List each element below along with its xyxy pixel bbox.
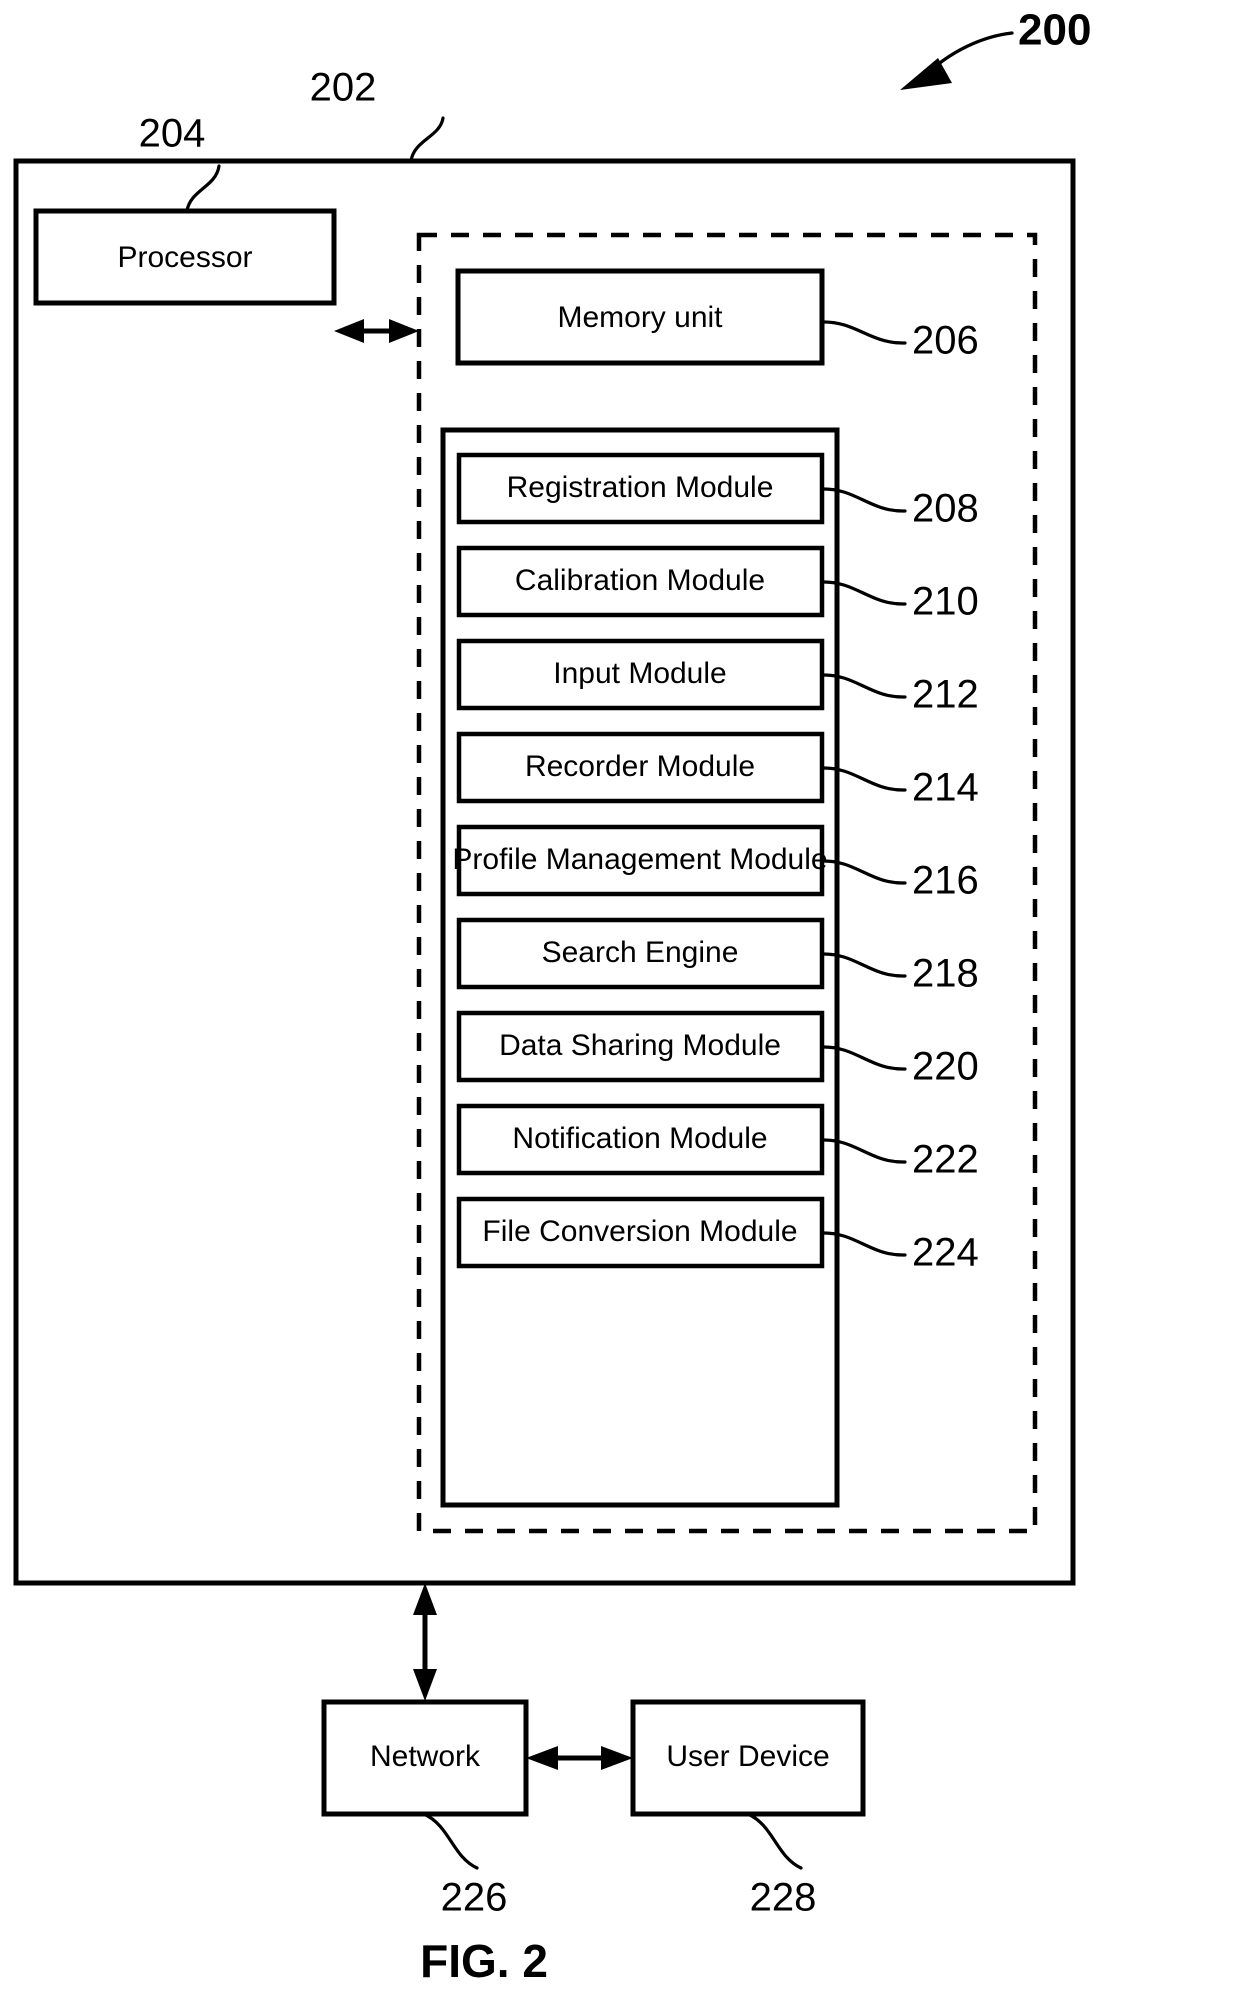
system-network-arrow-head-bottom <box>413 1669 437 1701</box>
ref-216-leader <box>820 859 907 885</box>
processor-label: Processor <box>117 241 252 274</box>
ref-202-leader <box>409 116 445 163</box>
system-ref-200-arrowhead <box>900 58 952 90</box>
module-registration: Registration Module 208 <box>456 452 979 531</box>
network-userdevice-arrow-head-right <box>601 1746 633 1770</box>
system-network-arrow-head-top <box>413 1583 437 1615</box>
ref-222-leader <box>820 1138 907 1164</box>
ref-222-label: 222 <box>912 1138 979 1182</box>
module-profile-management: Profile Management Module 216 <box>452 824 979 903</box>
ref-218-label: 218 <box>912 952 979 996</box>
system-architecture-diagram: 200 202 Processor 204 Memory unit 206 Re… <box>13 6 1091 1987</box>
module-calibration: Calibration Module 210 <box>456 545 979 624</box>
processor-memory-arrow-head-left <box>334 319 364 343</box>
profile-management-module-label: Profile Management Module <box>452 843 827 876</box>
ref-204-label: 204 <box>139 112 206 156</box>
notification-module-label: Notification Module <box>512 1122 767 1155</box>
module-recorder: Recorder Module 214 <box>456 731 979 810</box>
ref-226-leader <box>422 1812 479 1870</box>
system-network-connector-arrow <box>413 1583 437 1701</box>
processor-memory-arrow-head-right <box>389 319 419 343</box>
ref-226-callout: 226 <box>422 1812 508 1920</box>
network-label: Network <box>370 1740 481 1773</box>
data-sharing-module-label: Data Sharing Module <box>499 1029 781 1062</box>
ref-218-leader <box>820 952 907 978</box>
ref-208-leader <box>820 487 907 513</box>
user-device-label: User Device <box>666 1740 829 1773</box>
ref-224-leader <box>820 1231 907 1257</box>
ref-220-leader <box>820 1045 907 1071</box>
ref-224-label: 224 <box>912 1231 979 1275</box>
ref-212-label: 212 <box>912 673 979 717</box>
processor-memory-connector-arrow <box>334 319 419 343</box>
ref-220-label: 220 <box>912 1045 979 1089</box>
network-userdevice-connector-arrow <box>526 1746 633 1770</box>
ref-228-label: 228 <box>750 1876 817 1920</box>
ref-210-label: 210 <box>912 580 979 624</box>
ref-206-callout: 206 <box>820 319 979 363</box>
module-input: Input Module 212 <box>456 638 979 717</box>
calibration-module-label: Calibration Module <box>515 564 765 597</box>
module-search-engine: Search Engine 218 <box>456 917 979 996</box>
file-conversion-module-label: File Conversion Module <box>482 1215 797 1248</box>
search-engine-label: Search Engine <box>542 936 739 969</box>
ref-228-callout: 228 <box>746 1812 817 1920</box>
recorder-module-label: Recorder Module <box>525 750 755 783</box>
module-data-sharing: Data Sharing Module 220 <box>456 1010 979 1089</box>
system-ref-200-callout: 200 <box>900 6 1091 90</box>
ref-228-leader <box>746 1812 803 1870</box>
ref-206-label: 206 <box>912 319 979 363</box>
ref-208-label: 208 <box>912 487 979 531</box>
ref-214-label: 214 <box>912 766 979 810</box>
module-notification: Notification Module 222 <box>456 1103 979 1182</box>
ref-210-leader <box>820 580 907 606</box>
figure-caption: FIG. 2 <box>420 1935 548 1987</box>
ref-216-label: 216 <box>912 859 979 903</box>
ref-226-label: 226 <box>441 1876 508 1920</box>
input-module-label: Input Module <box>553 657 726 690</box>
ref-212-leader <box>820 673 907 699</box>
ref-202-callout: 202 <box>310 66 445 163</box>
network-userdevice-arrow-head-left <box>526 1746 558 1770</box>
memory-unit-label: Memory unit <box>557 301 723 334</box>
registration-module-label: Registration Module <box>507 471 774 504</box>
module-file-conversion: File Conversion Module 224 <box>456 1196 979 1275</box>
system-ref-200-label: 200 <box>1018 6 1091 55</box>
ref-204-leader <box>185 164 221 213</box>
ref-214-leader <box>820 766 907 792</box>
patent-figure-200: 200 202 Processor 204 Memory unit 206 Re… <box>0 0 1240 2014</box>
ref-206-leader <box>820 320 907 345</box>
ref-202-label: 202 <box>310 66 377 110</box>
